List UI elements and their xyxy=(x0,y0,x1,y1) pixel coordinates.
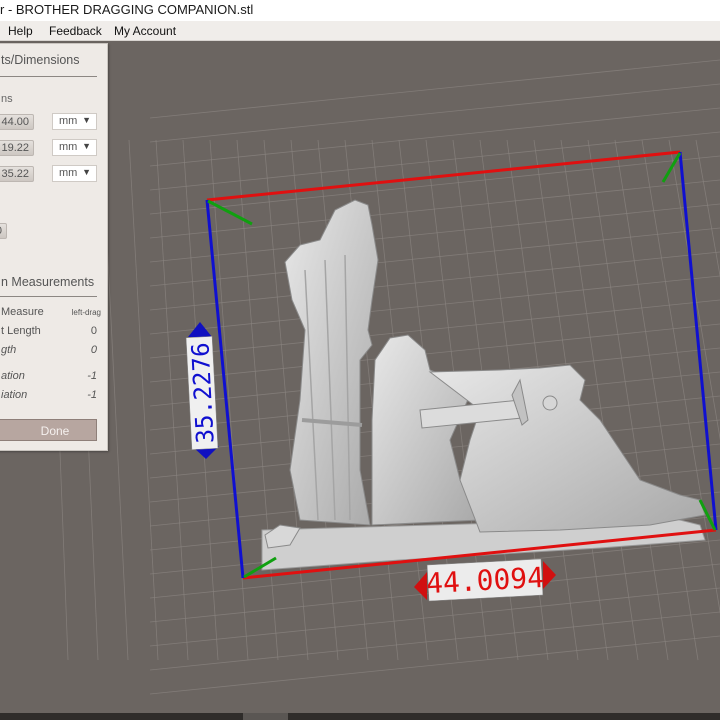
dimension-x-unit-select[interactable]: mm ▼ xyxy=(52,113,97,130)
measure-row: t Length 0 xyxy=(1,325,107,337)
unit-value: mm xyxy=(59,167,78,179)
measure-label: iation xyxy=(1,389,28,401)
grid-line xyxy=(149,251,720,311)
measure-row: ation -1 xyxy=(1,370,107,382)
title-bar: r - BROTHER DRAGGING COMPANION.stl xyxy=(0,0,720,21)
bbox-right-edge xyxy=(678,151,718,531)
dropdown-arrow-icon: ▼ xyxy=(82,141,91,151)
grid-line xyxy=(149,611,720,671)
grid-line xyxy=(149,227,720,287)
window-title: r - BROTHER DRAGGING COMPANION.stl xyxy=(0,2,254,17)
measurements-title: n Measurements xyxy=(1,275,95,289)
width-readout: 44.0094 xyxy=(425,561,545,600)
status-tab[interactable] xyxy=(243,713,288,720)
grid-line xyxy=(128,139,159,661)
width-dimension-label[interactable]: 44.0094 xyxy=(414,558,556,602)
measure-row: gth 0 xyxy=(1,344,107,356)
measure-value: left-drag xyxy=(71,308,101,317)
dimension-z-unit-select[interactable]: mm ▼ xyxy=(52,165,97,182)
height-dimension-label[interactable]: 35.2276 xyxy=(185,322,220,459)
unit-value: mm xyxy=(59,115,78,127)
measure-value: 0 xyxy=(90,325,97,337)
panel-title: ts/Dimensions xyxy=(1,53,80,67)
grid-line xyxy=(149,179,720,239)
dimension-y-unit-select[interactable]: mm ▼ xyxy=(52,139,97,156)
menu-feedback[interactable]: Feedback xyxy=(49,24,102,38)
menu-my-account[interactable]: My Account xyxy=(114,24,176,38)
status-strip xyxy=(0,713,720,720)
dimension-z-input[interactable]: 35.22 xyxy=(0,166,34,182)
dimension-y-input[interactable]: 19.22 xyxy=(0,140,34,156)
grid-line xyxy=(149,275,720,335)
grid-line xyxy=(695,139,720,278)
grid-line xyxy=(587,139,669,661)
height-readout: 35.2276 xyxy=(186,342,219,444)
scale-input[interactable]: 0 xyxy=(0,223,7,239)
measure-value: -1 xyxy=(87,370,97,382)
measure-row: iation -1 xyxy=(1,389,107,401)
bbox-top-edge xyxy=(206,150,681,202)
dropdown-arrow-icon: ▼ xyxy=(82,115,91,125)
done-button[interactable]: Done xyxy=(0,419,97,441)
measure-label: ation xyxy=(1,370,25,382)
measure-value: -1 xyxy=(87,389,97,401)
unit-value: mm xyxy=(59,141,78,153)
grid-line xyxy=(668,139,720,441)
grid-line xyxy=(149,59,720,119)
stl-model[interactable] xyxy=(261,199,706,571)
dimensions-panel: ts/Dimensions ns 44.00 mm ▼ 19.22 mm ▼ 35.… xyxy=(0,43,108,451)
measure-label: t Length xyxy=(1,325,41,337)
3d-viewport[interactable]: 35.2276 44.0094 xyxy=(0,41,720,713)
grid-line xyxy=(149,131,720,191)
panel-divider xyxy=(0,296,97,297)
menu-bar: Help Feedback My Account xyxy=(0,21,720,41)
scene-canvas[interactable]: 35.2276 44.0094 xyxy=(0,41,720,713)
bbox-depth-tr xyxy=(661,152,682,183)
grid-line xyxy=(149,299,720,359)
dimensions-label: ns xyxy=(1,93,13,105)
dropdown-arrow-icon: ▼ xyxy=(82,167,91,177)
menu-help[interactable]: Help xyxy=(8,24,33,38)
measure-row: Measure left-drag xyxy=(1,306,107,318)
measure-label: Measure xyxy=(1,306,44,318)
panel-divider xyxy=(0,76,97,77)
grid-line xyxy=(149,155,720,215)
dimension-x-input[interactable]: 44.00 xyxy=(0,114,34,130)
measure-value: 0 xyxy=(90,344,97,356)
grid-line xyxy=(149,635,720,695)
measure-label: gth xyxy=(1,344,17,356)
grid-line xyxy=(155,139,189,661)
grid-line xyxy=(149,83,720,143)
width-arrow-right-icon xyxy=(543,561,556,589)
